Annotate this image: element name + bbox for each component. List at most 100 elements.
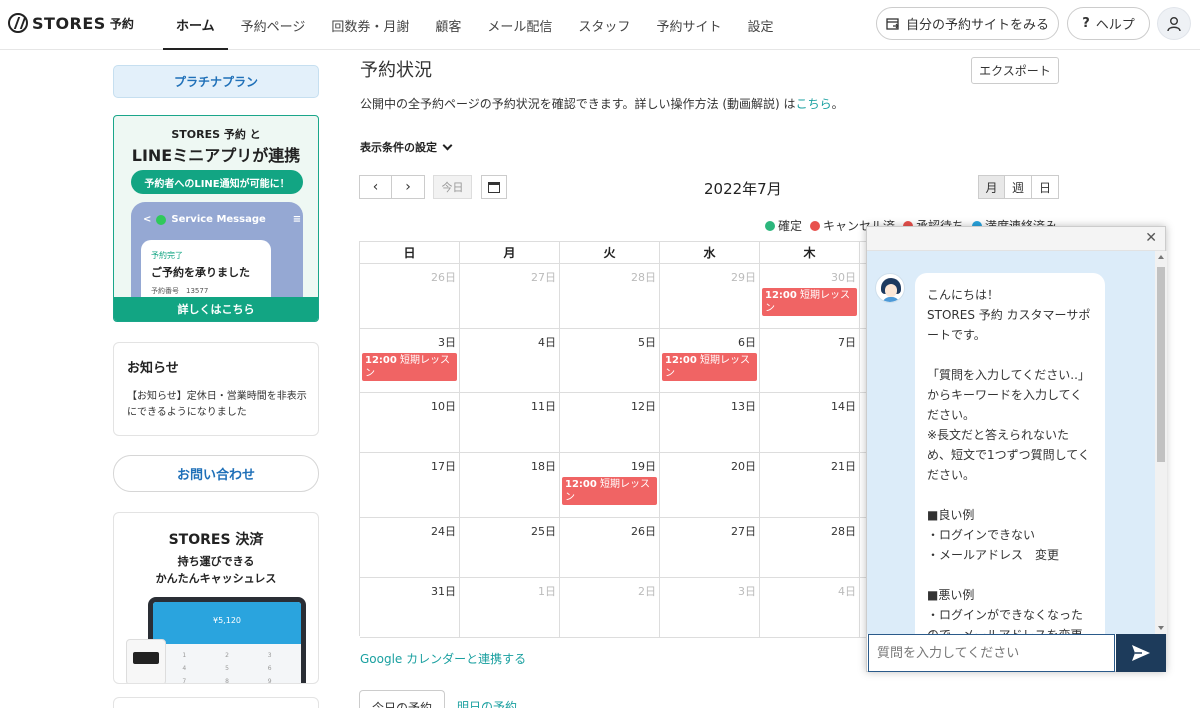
- google-calendar-link[interactable]: Google カレンダーと連携する: [360, 650, 526, 667]
- nav-settings[interactable]: 設定: [734, 0, 786, 50]
- page-description: 公開中の全予約ページの予約状況を確認できます。詳しい操作方法 (動画解説) はこ…: [360, 95, 844, 112]
- calendar-day-cell[interactable]: 20日: [660, 453, 760, 518]
- plan-button[interactable]: プラチナプラン: [113, 65, 319, 98]
- calendar-day-cell[interactable]: 3日 12:00 短期レッスン (1/2): [360, 329, 460, 393]
- day-number: 4日: [538, 336, 556, 349]
- calendar-day-cell[interactable]: 25日: [460, 518, 560, 578]
- help-button[interactable]: ? ヘルプ: [1067, 7, 1150, 40]
- next-month-button[interactable]: ›: [392, 175, 425, 199]
- nav-reservation-pages[interactable]: 予約ページ: [228, 0, 319, 50]
- tablet-keypad: 1 2 3 4 5 6 7 8 9: [163, 652, 291, 684]
- contact-button[interactable]: お問い合わせ: [113, 455, 319, 492]
- stores-payments-banner[interactable]: STORES 決済 持ち運びできる かんたんキャッシュレス ¥5,120 1 2…: [113, 512, 319, 684]
- calendar-day-cell[interactable]: 1日: [460, 578, 560, 638]
- help-video-link[interactable]: こちら: [796, 97, 832, 111]
- calendar-day-cell[interactable]: 13日: [660, 393, 760, 453]
- nav-home[interactable]: ホーム: [163, 0, 228, 50]
- card-meta: 予約番号 13577: [151, 287, 209, 295]
- view-site-button[interactable]: 自分の予約サイトをみる: [876, 7, 1059, 40]
- view-day-button[interactable]: 日: [1032, 175, 1059, 199]
- close-icon[interactable]: ✕: [1145, 230, 1157, 246]
- calendar-pager: ‹ ›: [359, 175, 425, 199]
- calendar-day-cell[interactable]: 31日: [360, 578, 460, 638]
- chat-input[interactable]: [868, 634, 1115, 672]
- key: 5: [225, 665, 229, 672]
- prev-month-button[interactable]: ‹: [359, 175, 392, 199]
- calendar-day-cell[interactable]: 27日: [660, 518, 760, 578]
- reservation-event[interactable]: 12:00 短期レッスン (1/2): [662, 353, 757, 392]
- card-reader-illustration: [126, 639, 166, 683]
- filter-toggle[interactable]: 表示条件の設定: [360, 139, 453, 155]
- key: 3: [267, 652, 272, 659]
- scroll-thumb[interactable]: [1157, 267, 1165, 462]
- banner-footer-link[interactable]: 詳しくはこちら: [114, 297, 318, 321]
- calendar-day-cell[interactable]: 7日: [760, 329, 860, 393]
- today-button[interactable]: 今日: [433, 175, 472, 199]
- calendar-day-cell[interactable]: 28日: [560, 264, 660, 329]
- nav-tickets[interactable]: 回数券・月謝: [318, 0, 422, 50]
- calendar-day-cell[interactable]: 26日: [560, 518, 660, 578]
- key: 7: [182, 678, 187, 684]
- calendar-day-cell[interactable]: 4日: [460, 329, 560, 393]
- send-button[interactable]: [1116, 634, 1166, 672]
- chat-messages: こんにちは！ STORES 予約 カスタマーサポートです。 「質問を入力してくだ…: [867, 251, 1155, 634]
- nav-customers[interactable]: 顧客: [422, 0, 474, 50]
- day-number: 24日: [431, 525, 456, 538]
- calendar-day-cell[interactable]: 11日: [460, 393, 560, 453]
- view-week-button[interactable]: 週: [1005, 175, 1032, 199]
- key: 8: [225, 678, 229, 684]
- news-item-link[interactable]: 【お知らせ】定休日・営業時間を非表示にできるようになりました: [127, 389, 307, 421]
- logo-subtext: 予約: [109, 16, 134, 31]
- banner-line1: STORES 予約 と: [171, 128, 261, 141]
- account-button[interactable]: [1157, 7, 1191, 40]
- calendar-icon: [488, 181, 500, 193]
- line-miniapp-banner[interactable]: STORES 予約 と LINEミニアプリが連携 予約者へのLINE通知が可能に…: [113, 115, 319, 322]
- day-number: 17日: [431, 460, 456, 473]
- stores-logo[interactable]: STORES 予約: [8, 13, 134, 33]
- calendar-day-cell[interactable]: 6日 12:00 短期レッスン (1/2): [660, 329, 760, 393]
- back-chevron-icon: <: [143, 214, 152, 225]
- calendar-day-cell[interactable]: 19日 12:00 短期レッスン (1/2): [560, 453, 660, 518]
- export-button[interactable]: エクスポート: [971, 57, 1059, 84]
- calendar-day-cell[interactable]: 26日: [360, 264, 460, 329]
- weekday-header: 水: [660, 242, 760, 264]
- day-number: 27日: [731, 525, 756, 538]
- calendar-day-cell[interactable]: 12日: [560, 393, 660, 453]
- nav-reservation-site[interactable]: 予約サイト: [643, 0, 734, 50]
- support-chat-widget: ✕ こんにちは！ STORES 予約 カスタマーサポートです。 「質問を入力して…: [866, 226, 1167, 672]
- external-window-icon: [886, 18, 899, 30]
- calendar-day-cell[interactable]: 21日: [760, 453, 860, 518]
- calendar-day-cell[interactable]: 29日: [660, 264, 760, 329]
- calendar-day-cell[interactable]: 2日: [560, 578, 660, 638]
- scroll-down-icon[interactable]: [1158, 626, 1164, 630]
- day-number: 3日: [438, 336, 456, 349]
- calendar-day-cell[interactable]: 18日: [460, 453, 560, 518]
- calendar-day-cell[interactable]: 3日: [660, 578, 760, 638]
- nav-staff[interactable]: スタッフ: [565, 0, 643, 50]
- line-dot-icon: [156, 214, 167, 225]
- calendar-day-cell[interactable]: 17日: [360, 453, 460, 518]
- nav-mail[interactable]: メール配信: [474, 0, 565, 50]
- calendar-day-cell[interactable]: 24日: [360, 518, 460, 578]
- check-circle-icon: [765, 220, 775, 231]
- calendar-day-cell[interactable]: 4日: [760, 578, 860, 638]
- calendar-day-cell[interactable]: 30日 12:00 短期レッスン (1/2): [760, 264, 860, 329]
- date-picker-button[interactable]: [481, 175, 507, 199]
- calendar-day-cell[interactable]: 5日: [560, 329, 660, 393]
- tab-today[interactable]: 今日の予約: [359, 690, 446, 708]
- calendar-day-cell[interactable]: 28日: [760, 518, 860, 578]
- day-number: 25日: [531, 525, 556, 538]
- chat-scrollbar[interactable]: [1155, 251, 1167, 634]
- scroll-up-icon[interactable]: [1158, 255, 1164, 259]
- calendar-day-cell[interactable]: 10日: [360, 393, 460, 453]
- calendar-day-cell[interactable]: 14日: [760, 393, 860, 453]
- tablet-illustration: ¥5,120 1 2 3 4 5 6 7 8 9: [148, 597, 306, 684]
- reservation-event[interactable]: 12:00 短期レッスン (1/2): [562, 477, 657, 516]
- calendar-day-cell[interactable]: 27日: [460, 264, 560, 329]
- reservation-event[interactable]: 12:00 短期レッスン (1/2): [362, 353, 457, 392]
- tab-tomorrow[interactable]: 明日の予約: [445, 690, 529, 708]
- reservation-event[interactable]: 12:00 短期レッスン (1/2): [762, 288, 857, 327]
- top-navigation-bar: STORES 予約 ホーム 予約ページ 回数券・月謝 顧客 メール配信 スタッフ…: [0, 0, 1200, 50]
- day-number: 6日: [738, 336, 756, 349]
- view-month-button[interactable]: 月: [978, 175, 1005, 199]
